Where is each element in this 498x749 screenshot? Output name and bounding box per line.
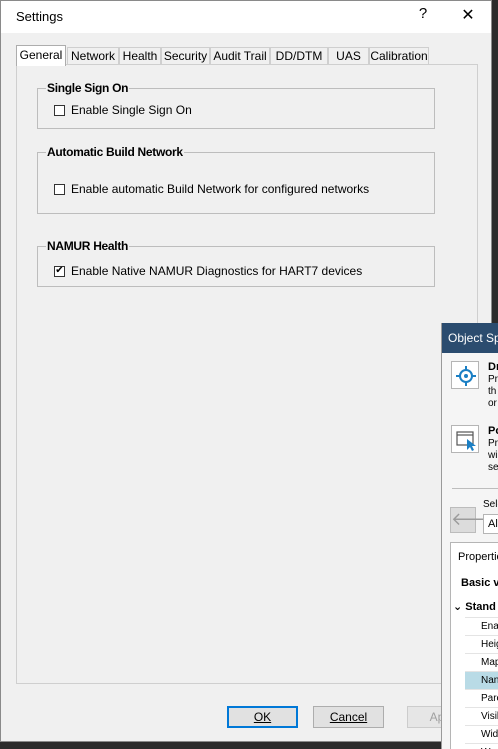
- property-row[interactable]: Wo: [465, 743, 498, 749]
- alias-select[interactable]: Ali: [483, 514, 498, 534]
- property-row[interactable]: Pare: [465, 689, 498, 707]
- crosshair-icon[interactable]: [451, 361, 479, 389]
- cancel-button[interactable]: Cancel: [313, 706, 384, 728]
- automatic-build-network-checkbox-row[interactable]: Enable automatic Build Network for confi…: [54, 182, 369, 196]
- select-label: Sele: [483, 499, 498, 510]
- tab-calibration[interactable]: Calibration: [369, 47, 429, 65]
- single-sign-on-checkbox-row[interactable]: Enable Single Sign On: [54, 103, 192, 117]
- tab-security[interactable]: Security: [161, 47, 210, 65]
- side-item-2-line: wi: [488, 450, 498, 461]
- property-row[interactable]: Map: [465, 653, 498, 671]
- help-button[interactable]: ?: [408, 5, 438, 22]
- single-sign-on-label: Enable Single Sign On: [71, 103, 192, 117]
- side-item-1-title: Dı: [488, 361, 498, 373]
- namur-health-checkbox[interactable]: ✔: [54, 265, 65, 277]
- tab-health[interactable]: Health: [119, 47, 161, 65]
- single-sign-on-group: Single Sign On Enable Single Sign On: [37, 81, 435, 129]
- side-item-1-text: Dı Pr th or: [488, 361, 498, 410]
- tab-general[interactable]: General: [16, 45, 66, 66]
- namur-health-group: NAMUR Health ✔ Enable Native NAMUR Diagn…: [37, 239, 435, 287]
- dialog-title: Settings: [16, 9, 63, 24]
- object-specific-panel: Object Sp Dı Pr th or Po Pr wi se 🡐 Sele…: [441, 323, 498, 749]
- title-bar[interactable]: Settings ? ✕: [1, 1, 491, 33]
- property-row[interactable]: Heig: [465, 635, 498, 653]
- back-arrow-icon[interactable]: 🡐: [450, 507, 498, 533]
- namur-health-label: Enable Native NAMUR Diagnostics for HART…: [71, 264, 363, 278]
- tab-dd-dtm[interactable]: DD/DTM: [270, 47, 328, 65]
- side-item-1-line: Pr: [488, 374, 498, 385]
- property-row[interactable]: Ena: [465, 617, 498, 635]
- settings-dialog: Settings ? ✕ General Network Health Secu…: [0, 0, 492, 742]
- namur-health-title: NAMUR Health: [46, 239, 130, 253]
- window-pointer-icon[interactable]: [451, 425, 479, 453]
- side-divider: [452, 488, 498, 489]
- tab-uas[interactable]: UAS: [328, 47, 369, 65]
- automatic-build-network-title: Automatic Build Network: [46, 145, 184, 159]
- property-row-selected[interactable]: Nan: [465, 671, 498, 689]
- side-item-2-text: Po Pr wi se: [488, 425, 498, 474]
- side-item-2-line: Pr: [488, 438, 498, 449]
- property-row[interactable]: Visil: [465, 707, 498, 725]
- automatic-build-network-checkbox[interactable]: [54, 183, 65, 195]
- single-sign-on-checkbox[interactable]: [54, 104, 65, 116]
- side-item-1-line: or: [488, 398, 497, 409]
- automatic-build-network-group: Automatic Build Network Enable automatic…: [37, 145, 435, 214]
- close-button[interactable]: ✕: [453, 5, 483, 25]
- basic-view-tab[interactable]: Basic v: [461, 577, 498, 589]
- property-row[interactable]: Widi: [465, 725, 498, 743]
- tab-network[interactable]: Network: [67, 47, 119, 65]
- tab-audit-trail[interactable]: Audit Trail: [210, 47, 270, 65]
- namur-health-checkbox-row[interactable]: ✔ Enable Native NAMUR Diagnostics for HA…: [54, 264, 362, 278]
- single-sign-on-title: Single Sign On: [46, 81, 130, 95]
- properties-header: Propertie: [458, 551, 498, 563]
- side-item-2-title: Po: [488, 425, 498, 437]
- properties-grid: Propertie Basic v ⌄ Stand Ena Heig Map N…: [450, 542, 498, 749]
- ok-button[interactable]: OK: [227, 706, 298, 728]
- general-tab-panel: Single Sign On Enable Single Sign On Aut…: [16, 64, 478, 684]
- side-item-1-line: th: [488, 386, 497, 397]
- standard-category[interactable]: ⌄ Stand: [453, 600, 496, 613]
- standard-category-label: Stand: [465, 601, 496, 613]
- side-item-2-line: se: [488, 462, 498, 473]
- automatic-build-network-label: Enable automatic Build Network for confi…: [71, 182, 370, 196]
- object-specific-title: Object Sp: [442, 323, 498, 353]
